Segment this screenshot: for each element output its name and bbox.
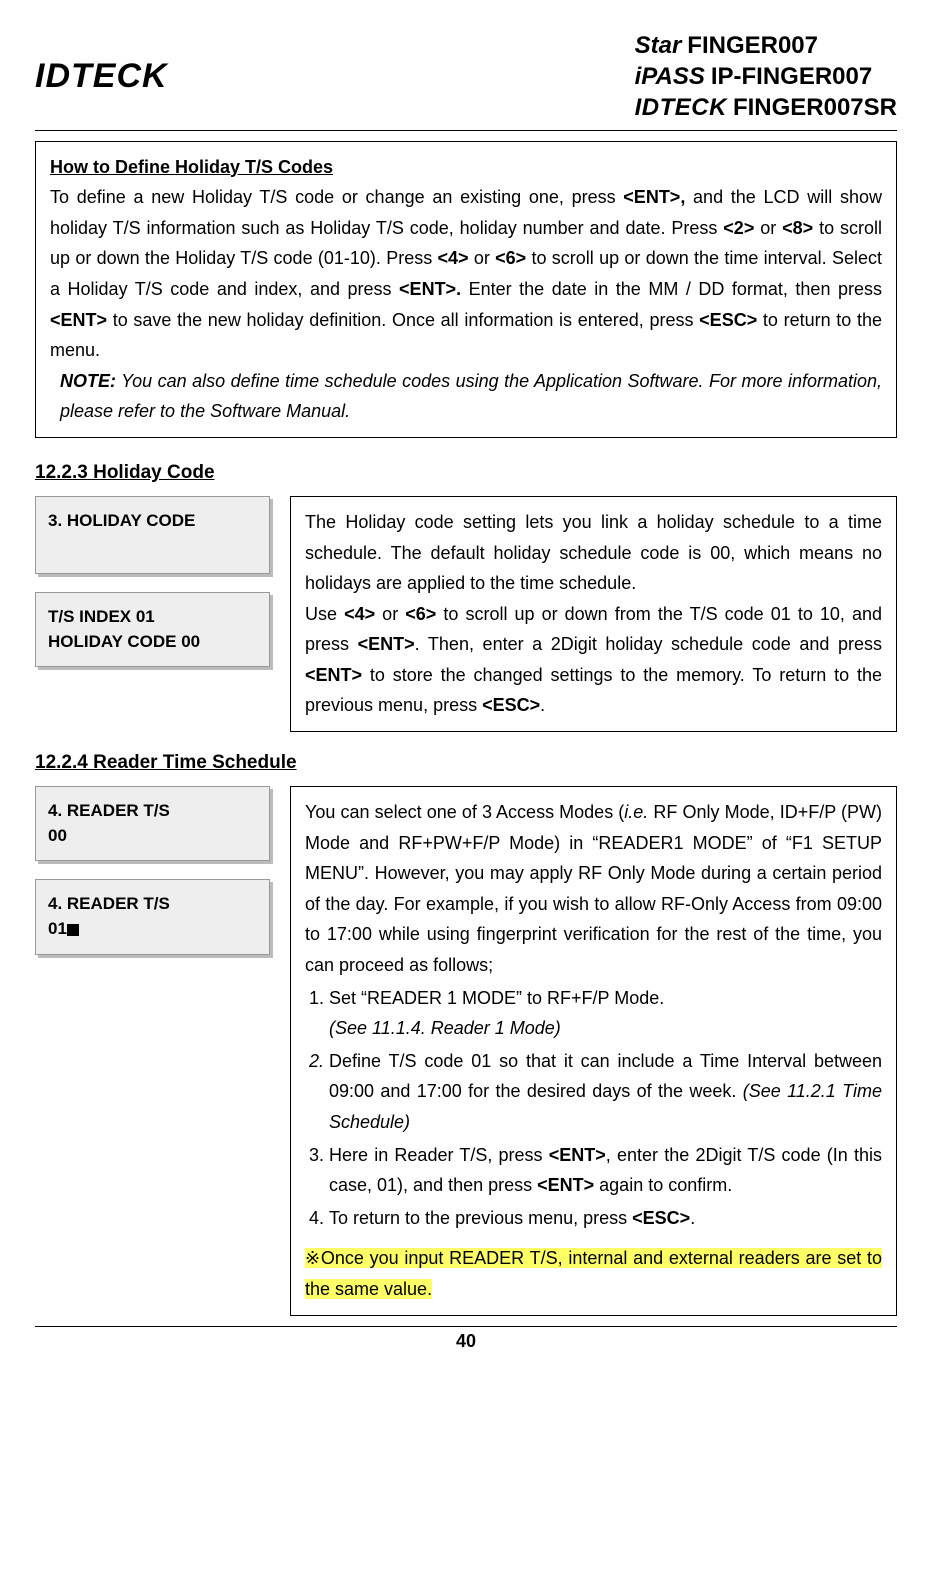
- logo-left: IDTECK: [35, 57, 168, 96]
- section-heading: 12.2.4 Reader Time Schedule: [35, 752, 897, 774]
- key-label: <2>: [723, 218, 754, 238]
- key-label: <ENT>.: [399, 279, 461, 299]
- key-label: <4>: [438, 248, 469, 268]
- text-run: .: [540, 695, 545, 715]
- text-run: Set “READER 1 MODE” to RF+F/P Mode.: [329, 988, 664, 1008]
- key-label: <ENT>: [50, 310, 107, 330]
- info-box: The Holiday code setting lets you link a…: [290, 496, 897, 732]
- section-heading: 12.2.3 Holiday Code: [35, 462, 897, 484]
- brand-label: Star: [635, 30, 682, 61]
- key-label: <ESC>: [482, 695, 540, 715]
- lcd-panel: 4. READER T/S 00: [35, 786, 270, 861]
- box-title: How to Define Holiday T/S Codes: [50, 152, 882, 183]
- list-item: Set “READER 1 MODE” to RF+F/P Mode. (See…: [329, 983, 882, 1044]
- text-run: Here in Reader T/S, press: [329, 1145, 549, 1165]
- info-box: You can select one of 3 Access Modes (i.…: [290, 786, 897, 1316]
- text-run: to store the changed settings to the mem…: [305, 665, 882, 716]
- box-paragraph: To define a new Holiday T/S code or chan…: [50, 182, 882, 366]
- lcd-line: 3. HOLIDAY CODE: [48, 509, 257, 534]
- text-run: or: [469, 248, 496, 268]
- lcd-panel: 3. HOLIDAY CODE: [35, 496, 270, 574]
- key-label: <ENT>,: [623, 187, 685, 207]
- define-holiday-box: How to Define Holiday T/S Codes To defin…: [35, 141, 897, 438]
- lcd-line: 4. READER T/S: [48, 892, 257, 917]
- text-run: or: [754, 218, 782, 238]
- text-run: .: [690, 1208, 695, 1228]
- text-run: RF Only Mode, ID+F/P (PW) Mode and RF+PW…: [305, 802, 882, 975]
- model-label: FINGER007: [687, 30, 818, 61]
- page-header: IDTECK Star FINGER007 iPASS IP-FINGER007…: [35, 30, 897, 124]
- logo-right-block: Star FINGER007 iPASS IP-FINGER007 IDTECK…: [635, 30, 897, 124]
- text-run: or: [375, 604, 405, 624]
- key-label: <6>: [495, 248, 526, 268]
- key-label: <6>: [405, 604, 436, 624]
- lcd-text: 01: [48, 919, 67, 938]
- key-label: <ENT>: [305, 665, 362, 685]
- paragraph: The Holiday code setting lets you link a…: [305, 507, 882, 599]
- highlighted-note: ※Once you input READER T/S, internal and…: [305, 1248, 882, 1299]
- text-run: To define a new Holiday T/S code or chan…: [50, 187, 623, 207]
- model-label: FINGER007SR: [733, 92, 897, 123]
- lcd-line: 00: [48, 824, 257, 849]
- text-run-italic: (See 11.1.4. Reader 1 Mode): [329, 1018, 561, 1038]
- lcd-stack: 3. HOLIDAY CODE T/S INDEX 01 HOLIDAY COD…: [35, 496, 270, 667]
- lcd-stack: 4. READER T/S 00 4. READER T/S 01: [35, 786, 270, 955]
- text-run: To return to the previous menu, press: [329, 1208, 632, 1228]
- model-label: IP-FINGER007: [711, 61, 872, 92]
- lcd-line: 01: [48, 917, 257, 942]
- logo-row: Star FINGER007: [635, 30, 897, 61]
- paragraph: You can select one of 3 Access Modes (i.…: [305, 797, 882, 981]
- key-label: <ENT>: [549, 1145, 606, 1165]
- logo-row: iPASS IP-FINGER007: [635, 61, 897, 92]
- note-label: NOTE:: [60, 371, 116, 391]
- note-paragraph: NOTE: You can also define time schedule …: [60, 366, 882, 427]
- brand-label: iPASS: [635, 61, 705, 92]
- list-item: Define T/S code 01 so that it can includ…: [329, 1046, 882, 1138]
- text-run: You can select one of 3 Access Modes (: [305, 802, 624, 822]
- text-run: Enter the date in the MM / DD format, th…: [461, 279, 882, 299]
- page-footer: 40: [35, 1326, 897, 1352]
- text-run: . Then, enter a 2Digit holiday schedule …: [415, 634, 882, 654]
- text-run: to save the new holiday definition. Once…: [107, 310, 699, 330]
- key-label: <ESC>: [699, 310, 757, 330]
- text-run: Use: [305, 604, 344, 624]
- key-label: <ESC>: [632, 1208, 690, 1228]
- holiday-code-row: 3. HOLIDAY CODE T/S INDEX 01 HOLIDAY COD…: [35, 496, 897, 732]
- text-run-italic: i.e.: [624, 802, 648, 822]
- list-item: Here in Reader T/S, press <ENT>, enter t…: [329, 1140, 882, 1201]
- header-divider: [35, 130, 897, 131]
- lcd-panel: T/S INDEX 01 HOLIDAY CODE 00: [35, 592, 270, 667]
- cursor-icon: [67, 924, 79, 936]
- logo-row: IDTECK FINGER007SR: [635, 92, 897, 123]
- key-label: <ENT>: [537, 1175, 594, 1195]
- key-label: <8>: [782, 218, 813, 238]
- key-label: <4>: [344, 604, 375, 624]
- brand-label: IDTECK: [635, 92, 727, 123]
- spacer: [305, 1235, 882, 1243]
- paragraph: Use <4> or <6> to scroll up or down from…: [305, 599, 882, 721]
- lcd-panel: 4. READER T/S 01: [35, 879, 270, 954]
- list-item: To return to the previous menu, press <E…: [329, 1203, 882, 1234]
- ordered-list: Set “READER 1 MODE” to RF+F/P Mode. (See…: [305, 983, 882, 1234]
- reader-ts-row: 4. READER T/S 00 4. READER T/S 01 You ca…: [35, 786, 897, 1316]
- lcd-line: T/S INDEX 01: [48, 605, 257, 630]
- text-run: again to confirm.: [594, 1175, 732, 1195]
- lcd-line: HOLIDAY CODE 00: [48, 630, 257, 655]
- lcd-line: 4. READER T/S: [48, 799, 257, 824]
- key-label: <ENT>: [358, 634, 415, 654]
- note-body: You can also define time schedule codes …: [60, 371, 882, 422]
